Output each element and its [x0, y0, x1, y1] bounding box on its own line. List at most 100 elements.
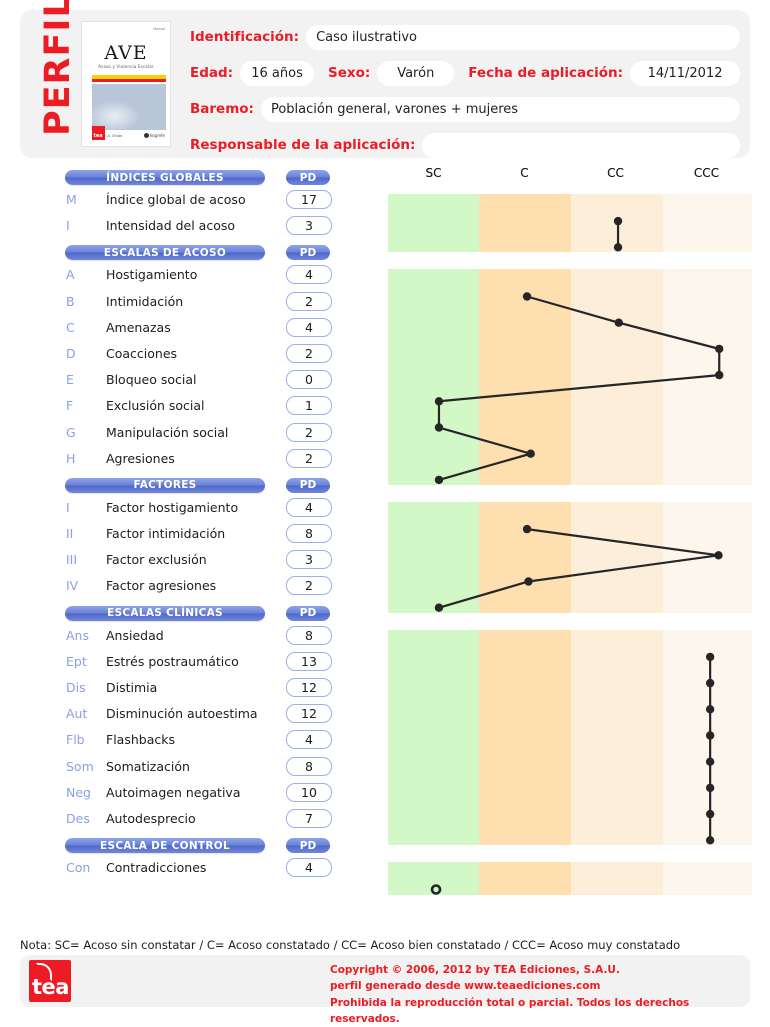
pd-value[interactable]: 13 — [286, 651, 332, 671]
pd-value[interactable]: 8 — [286, 625, 332, 645]
section-header-3: ESCALAS CLÍNICAS PD — [0, 604, 370, 625]
scale-name: Exclusión social — [106, 398, 205, 414]
chart-data-point — [705, 652, 715, 662]
scale-code: G — [66, 424, 76, 440]
pd-value[interactable]: 2 — [286, 343, 332, 363]
fecha-label: Fecha de aplicación: — [468, 65, 624, 81]
pd-value[interactable]: 12 — [286, 678, 332, 697]
copyright-block: Copyright © 2006, 2012 by TEA Ediciones,… — [330, 962, 750, 1027]
field-row-edad-sexo-fecha: Edad: 16 años Sexo: Varón Fecha de aplic… — [190, 60, 740, 86]
pd-value[interactable]: 4 — [286, 317, 332, 337]
pd-value[interactable]: 8 — [286, 524, 332, 544]
scale-name: Agresiones — [106, 450, 175, 466]
scale-row: Ept Estrés postraumático 13 — [0, 651, 370, 677]
section-title-pill: FACTORES — [65, 477, 265, 493]
sexo-field[interactable]: Varón — [377, 60, 455, 86]
copyright-line-1: Copyright © 2006, 2012 by TEA Ediciones,… — [330, 964, 620, 976]
pd-value[interactable]: 12 — [286, 704, 332, 724]
chart-col-label-bottom-cc: CC — [607, 166, 624, 180]
field-row-responsable: Responsable de la aplicación: — [190, 132, 740, 158]
scale-name: Ansiedad — [106, 627, 164, 643]
booklet-cover-image: Manual AVE Acoso y Violencia Escolar I. … — [81, 21, 171, 147]
scale-row: D Coacciones 2 — [0, 343, 370, 369]
scale-code: Ept — [66, 653, 87, 669]
pd-value[interactable]: 4 — [286, 858, 332, 878]
copyright-line-2: perfil generado desde www.teaediciones.c… — [330, 980, 601, 993]
pd-value[interactable]: 2 — [286, 291, 332, 311]
scale-name: Somatización — [106, 758, 190, 774]
chart-data-point — [705, 731, 715, 740]
scale-row: Flb Flashbacks 4 — [0, 729, 370, 755]
pd-value[interactable]: 4 — [286, 730, 332, 750]
edad-field[interactable]: 16 años — [240, 60, 315, 86]
scale-name: Factor hostigamiento — [106, 499, 239, 515]
section-title-pill: ESCALAS CLÍNICAS — [65, 605, 265, 621]
pd-value[interactable]: 3 — [286, 216, 332, 236]
chart-data-point — [705, 809, 715, 819]
scale-code: Des — [66, 810, 90, 826]
pd-value[interactable]: 17 — [286, 190, 332, 209]
pd-value[interactable]: 3 — [286, 550, 332, 570]
scale-code: Som — [66, 758, 94, 774]
scale-code: M — [66, 192, 77, 207]
chart-data-point — [613, 243, 623, 252]
fecha-field[interactable]: 14/11/2012 — [630, 60, 740, 86]
pd-value[interactable]: 2 — [286, 448, 332, 468]
scale-row: Ans Ansiedad 8 — [0, 625, 370, 651]
pd-value[interactable]: 7 — [286, 808, 332, 828]
baremo-field[interactable]: Población general, varones + mujeres — [260, 96, 740, 122]
scale-name: Distimia — [106, 680, 158, 695]
pd-column-header: PD — [286, 605, 330, 621]
pd-value[interactable]: 0 — [286, 370, 332, 390]
pd-value[interactable]: 4 — [286, 497, 332, 517]
chart-data-point — [434, 475, 444, 485]
chart-data-point — [522, 524, 532, 534]
sexo-label: Sexo: — [328, 65, 371, 81]
pd-value[interactable]: 10 — [286, 782, 332, 802]
scale-row: F Exclusión social 1 — [0, 395, 370, 421]
chart-data-point — [714, 551, 723, 560]
scale-name: Intimidación — [106, 293, 184, 309]
scale-name: Contradicciones — [106, 860, 207, 876]
scale-name: Autoimagen negativa — [106, 784, 241, 800]
pd-value[interactable]: 8 — [286, 756, 332, 776]
pd-value[interactable]: 2 — [286, 422, 332, 442]
scale-name: Bloqueo social — [106, 372, 197, 388]
chart-data-point — [522, 292, 532, 301]
responsable-label: Responsable de la aplicación: — [190, 137, 416, 153]
scale-code: IV — [66, 578, 79, 594]
chart-data-point — [434, 603, 444, 612]
scale-name: Amenazas — [106, 319, 171, 335]
chart-column-headers-bottom: SC C CC CCC — [388, 166, 752, 188]
pd-value[interactable]: 1 — [286, 396, 332, 416]
chart-data-point — [705, 678, 715, 688]
scale-code: B — [66, 293, 75, 309]
cover-publisher: hogrefe — [143, 133, 165, 138]
pd-value[interactable]: 4 — [286, 265, 332, 285]
scale-code: Flb — [66, 732, 85, 748]
scale-name: Hostigamiento — [106, 267, 198, 283]
profile-page: PERFIL Manual AVE Acoso y Violencia Esco… — [0, 0, 770, 1027]
scale-row: Con Contradicciones 4 — [0, 857, 370, 883]
scale-row: Dis Distimia 12 — [0, 677, 370, 703]
cover-manual-tag: Manual — [153, 27, 165, 31]
scale-code: III — [66, 552, 78, 568]
scale-name: Factor intimidación — [106, 526, 226, 542]
cover-tea-logo — [92, 126, 105, 140]
scale-row: II Factor intimidación 8 — [0, 523, 370, 549]
scale-code: A — [66, 267, 75, 283]
scale-code: II — [66, 526, 74, 542]
chart-data-point — [705, 836, 715, 845]
identificacion-field[interactable]: Caso ilustrativo — [306, 24, 740, 50]
scale-row: C Amenazas 4 — [0, 317, 370, 343]
edad-label: Edad: — [190, 65, 234, 81]
chart-data-point — [613, 216, 623, 226]
field-row-baremo: Baremo: Población general, varones + muj… — [190, 96, 740, 122]
scale-row: III Factor exclusión 3 — [0, 549, 370, 575]
scale-code: I — [66, 499, 70, 515]
cover-title: AVE — [104, 42, 148, 64]
scale-code: C — [66, 319, 75, 335]
pd-column-header: PD — [286, 477, 330, 493]
pd-value[interactable]: 2 — [286, 576, 332, 596]
responsable-field[interactable] — [422, 132, 740, 158]
